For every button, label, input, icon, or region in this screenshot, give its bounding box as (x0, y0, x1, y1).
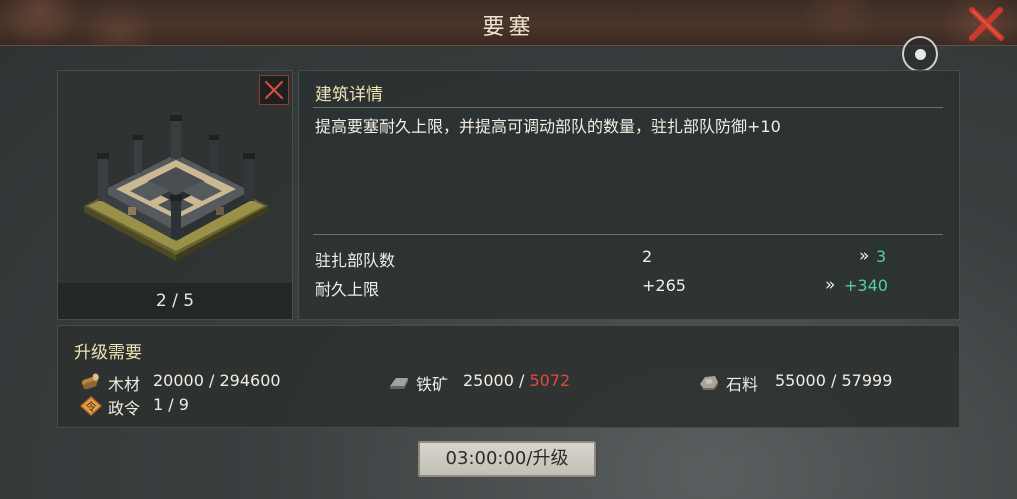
resource-owned: 9 (178, 395, 189, 414)
close-icon (264, 80, 284, 100)
stat-row-durability: 耐久上限 +265 » +340 (315, 275, 945, 300)
requirement-stone: 石料 55000 / 57999 (698, 371, 948, 394)
details-section-title: 建筑详情 (315, 85, 383, 105)
resource-owned-insufficient: 5072 (529, 371, 571, 390)
resource-required: 20000 (153, 371, 204, 390)
resource-separator: / (825, 371, 842, 390)
upgrade-requirements-panel: 升级需要 木材 20000 / 294600 铁矿 25000 / 5072 石… (57, 325, 960, 428)
double-chevron-icon: » (825, 275, 836, 295)
requirements-title: 升级需要 (74, 343, 142, 363)
building-level: 2 / 5 (58, 283, 292, 319)
resource-required: 1 (153, 395, 164, 414)
requirement-decree: 令 政令 1 / 9 (80, 395, 280, 418)
upgrade-button[interactable]: 03:00:00/升级 (418, 441, 596, 477)
stat-next: 3 (876, 247, 887, 266)
stat-current: 2 (642, 247, 653, 266)
close-button[interactable] (967, 6, 1005, 42)
stat-row-garrison: 驻扎部队数 2 » 3 (315, 246, 945, 271)
divider (313, 234, 943, 235)
requirement-iron: 铁矿 25000 / 5072 (388, 371, 648, 394)
building-details-panel: 建筑详情 提高要塞耐久上限，并提高可调动部队的数量，驻扎部队防御+10 驻扎部队… (298, 70, 960, 320)
page-title: 要塞 (482, 15, 535, 40)
resource-required: 25000 (463, 371, 514, 390)
resource-label: 政令 (108, 399, 141, 418)
resource-label: 石料 (726, 375, 759, 394)
wood-icon (81, 373, 99, 390)
resource-owned: 57999 (841, 371, 893, 390)
close-icon (969, 7, 1004, 41)
toggle-button[interactable] (902, 36, 938, 72)
stat-name: 耐久上限 (315, 280, 380, 299)
building-image-panel: 2 / 5 (57, 70, 293, 320)
resource-owned: 294600 (219, 371, 281, 390)
stat-name: 驻扎部队数 (315, 251, 396, 270)
resource-separator: / (163, 395, 179, 414)
divider (313, 107, 943, 108)
dismiss-button[interactable] (259, 75, 289, 105)
resource-label: 铁矿 (416, 375, 449, 394)
stat-current: +265 (642, 276, 686, 295)
double-chevron-icon: » (859, 246, 870, 266)
stat-next: +340 (844, 276, 888, 295)
decree-icon: 令 (80, 396, 102, 416)
svg-text:令: 令 (86, 400, 97, 414)
stone-icon (700, 376, 718, 390)
iron-ore-icon (390, 378, 408, 389)
title-bar: 要塞 (0, 0, 1017, 46)
resource-separator: / (203, 371, 220, 390)
resource-required: 55000 (775, 371, 826, 390)
resource-label: 木材 (108, 375, 141, 394)
requirement-wood: 木材 20000 / 294600 (80, 371, 340, 394)
building-description: 提高要塞耐久上限，并提高可调动部队的数量，驻扎部队防御+10 (315, 117, 781, 136)
resource-separator: / (513, 371, 530, 390)
